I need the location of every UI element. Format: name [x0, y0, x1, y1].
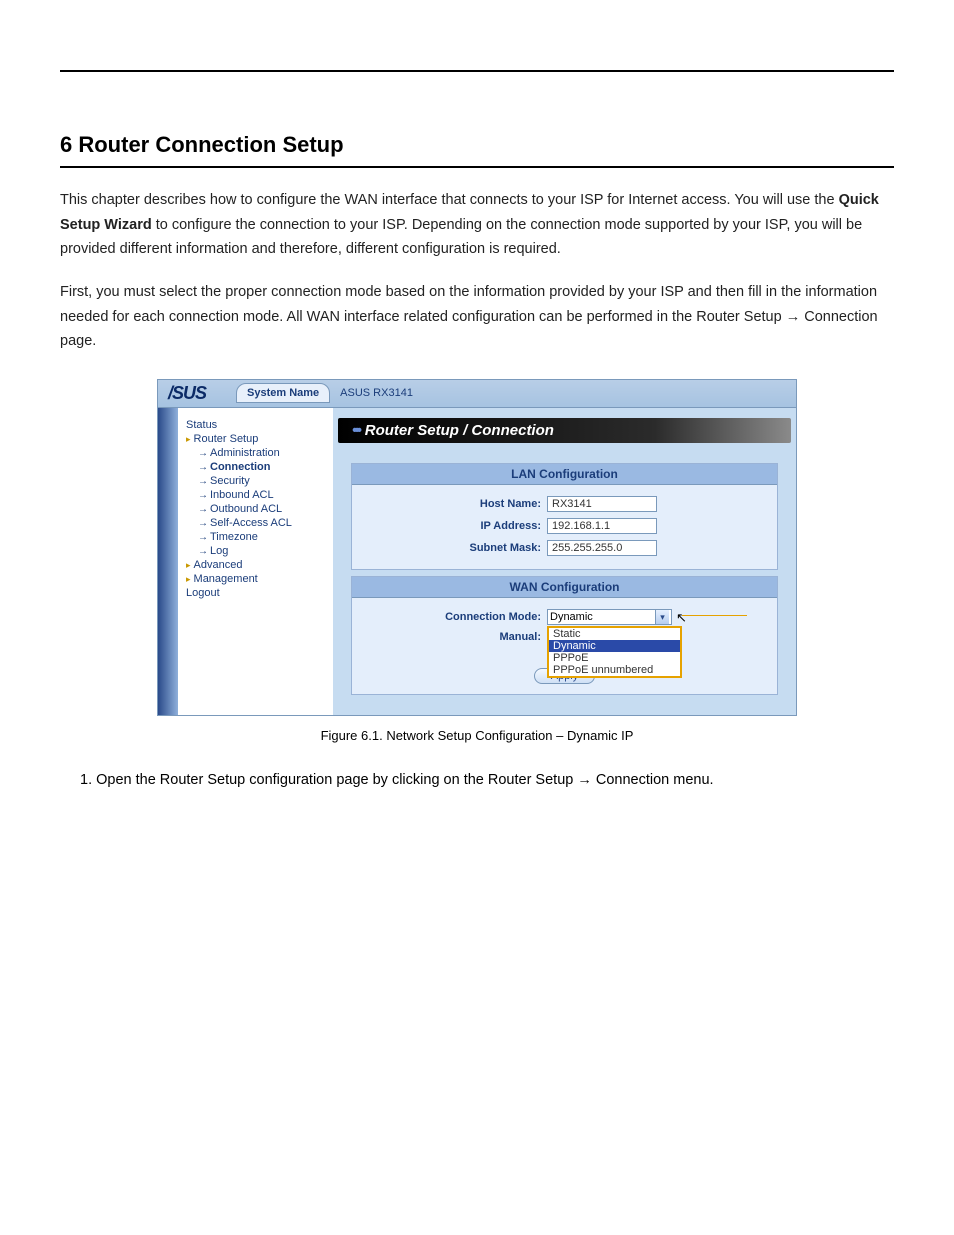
intro-paragraph-2: First, you must select the proper connec…: [60, 280, 894, 354]
option-dynamic[interactable]: Dynamic: [549, 640, 680, 652]
manual-label: Manual:: [352, 631, 547, 643]
lan-panel: LAN Configuration Host Name: IP Address:: [351, 463, 778, 570]
wan-panel: WAN Configuration Connection Mode: Dynam…: [351, 576, 778, 695]
p1-b: to configure the connection to your ISP.…: [60, 217, 862, 258]
asus-logo: /SUS: [158, 383, 216, 404]
figure-caption: Figure 6.1. Network Setup Configuration …: [60, 728, 894, 743]
nav-self-access-acl[interactable]: Self-Access ACL: [186, 516, 325, 530]
host-name-label: Host Name:: [352, 498, 547, 510]
p2-arrow: →: [786, 309, 801, 325]
nav-logout[interactable]: Logout: [186, 586, 325, 600]
system-name-label: System Name: [236, 383, 330, 403]
option-pppoe[interactable]: PPPoE: [549, 652, 680, 664]
callout-line: [682, 615, 747, 616]
system-name-value: ASUS RX3141: [330, 387, 423, 399]
nav-inbound-acl[interactable]: Inbound ACL: [186, 488, 325, 502]
page-top-rule: [60, 70, 894, 72]
title-bullets-icon: •••: [352, 422, 359, 439]
ip-address-input[interactable]: [547, 518, 657, 534]
option-static[interactable]: Static: [549, 628, 680, 640]
side-gutter: [158, 408, 178, 715]
nav-router-setup[interactable]: Router Setup: [186, 432, 325, 446]
page-title-bar: ••• Router Setup / Connection: [338, 418, 791, 443]
section-heading: 6 Router Connection Setup: [60, 132, 894, 158]
nav-advanced[interactable]: Advanced: [186, 558, 325, 572]
p2-a: First, you must select the proper connec…: [60, 284, 877, 325]
section-rule: [60, 166, 894, 168]
nav-administration[interactable]: Administration: [186, 446, 325, 460]
lan-header: LAN Configuration: [352, 464, 777, 485]
nav-timezone[interactable]: Timezone: [186, 530, 325, 544]
connection-mode-select[interactable]: Dynamic ▾ ↖ Static Dynamic PPPoE PPPoE u…: [547, 609, 672, 625]
wan-header: WAN Configuration: [352, 577, 777, 598]
host-name-input[interactable]: [547, 496, 657, 512]
intro-paragraph-1: This chapter describes how to configure …: [60, 188, 894, 262]
nav-outbound-acl[interactable]: Outbound ACL: [186, 502, 325, 516]
nav-status[interactable]: Status: [186, 418, 325, 432]
connection-mode-value: Dynamic: [550, 611, 593, 623]
nav-management[interactable]: Management: [186, 572, 325, 586]
nav-security[interactable]: Security: [186, 474, 325, 488]
topbar: /SUS System Name ASUS RX3141: [158, 380, 796, 408]
chevron-down-icon: ▾: [655, 610, 669, 624]
router-admin-screenshot: /SUS System Name ASUS RX3141 Status Rout…: [157, 379, 797, 716]
nav-connection[interactable]: Connection: [186, 460, 325, 474]
p1-a: This chapter describes how to configure …: [60, 192, 839, 208]
nav-log[interactable]: Log: [186, 544, 325, 558]
cursor-icon: ↖: [676, 610, 687, 626]
step-1: 1. Open the Router Setup configuration p…: [60, 768, 894, 793]
page-title-text: Router Setup / Connection: [365, 422, 554, 439]
connection-mode-label: Connection Mode:: [352, 611, 547, 623]
connection-mode-dropdown[interactable]: Static Dynamic PPPoE PPPoE unnumbered: [547, 626, 682, 678]
nav-sidebar: Status Router Setup Administration Conne…: [178, 408, 333, 715]
subnet-mask-input[interactable]: [547, 540, 657, 556]
option-pppoe-unnumbered[interactable]: PPPoE unnumbered: [549, 664, 680, 676]
ip-address-label: IP Address:: [352, 520, 547, 532]
main-panel: ••• Router Setup / Connection LAN Configu…: [333, 408, 796, 715]
subnet-mask-label: Subnet Mask:: [352, 542, 547, 554]
